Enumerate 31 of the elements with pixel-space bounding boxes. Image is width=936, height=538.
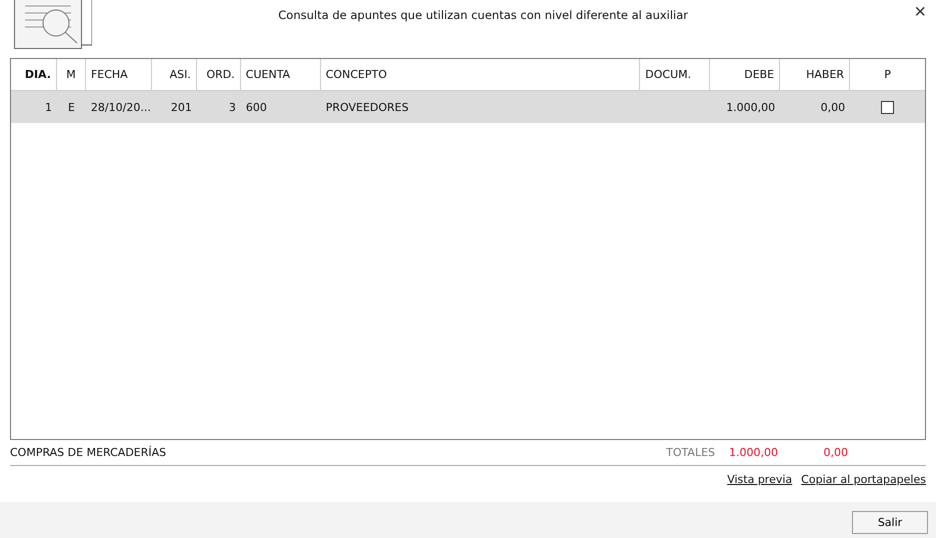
column-header: P [883, 67, 892, 83]
link[interactable]: Vista previa [727, 473, 792, 493]
column-header: ASI. [152, 59, 197, 90]
column-header: ORD. [196, 59, 241, 90]
column-header: HABER [780, 59, 850, 90]
table-cell: 28/10/20... [90, 100, 151, 114]
link[interactable]: Copiar al portapapeles [801, 473, 926, 493]
exit-button[interactable]: Salir [852, 510, 928, 534]
column-header: CONCEPTO [320, 59, 640, 90]
window-title: Consulta de apuntes que utilizan cuentas con nivel diferente al auxiliar [277, 7, 690, 22]
totals-label: TOTALES [666, 446, 716, 459]
table-cell: PROVEEDORES [326, 100, 409, 114]
table-cell: 1 [44, 100, 52, 114]
table-cell: 201 [170, 100, 192, 114]
column-header: DIA. [11, 59, 57, 90]
close-button[interactable]: × [914, 2, 926, 22]
table-cell: 0,00 [820, 100, 846, 114]
table-cell: 3 [228, 100, 236, 114]
account-name: COMPRAS DE MERCADERÍAS [10, 446, 168, 459]
table-cell: E [68, 100, 75, 114]
table-row[interactable]: 1 E 28/10/20... 201 3 600 PROVEEDORES 1.000,00 0,00 [11, 91, 925, 123]
table-cell: 600 [246, 100, 267, 114]
column-header: FECHA [86, 59, 152, 90]
column-header: CUENTA [240, 59, 321, 90]
column-header: M [56, 59, 86, 90]
column-header: DOCUM. [640, 59, 710, 90]
haber-total: 0,00 [822, 446, 848, 459]
checkbox[interactable] [881, 100, 894, 114]
column-header: DEBE [710, 59, 780, 90]
debe-total: 1.000,00 [729, 446, 778, 459]
table-cell: 1.000,00 [726, 100, 776, 114]
